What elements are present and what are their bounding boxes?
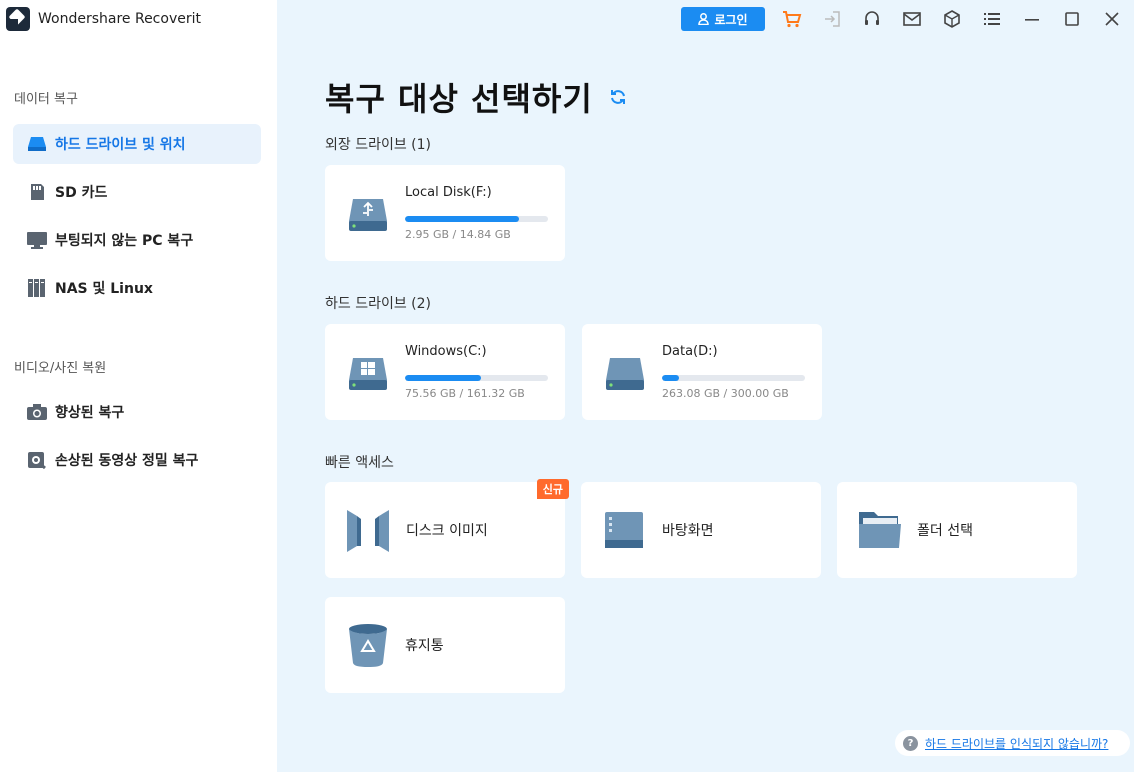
sidebar-item-label: NAS 및 Linux	[55, 281, 153, 297]
sidebar-item-nas-linux[interactable]: NAS 및 Linux	[13, 268, 261, 308]
sidebar-item-label: 향상된 복구	[55, 405, 125, 421]
refresh-icon[interactable]	[609, 88, 627, 106]
sd-card-icon	[31, 184, 44, 200]
help-link-text: 하드 드라이브를 인식되지 않습니까?	[925, 736, 1109, 751]
quick-item-label: 폴더 선택	[917, 523, 973, 539]
windows-drive-icon	[349, 358, 387, 390]
sidebar-item-label: 하드 드라이브 및 위치	[55, 137, 186, 153]
drive-card-f[interactable]: Local Disk(F:) 2.95 GB / 14.84 GB	[325, 165, 565, 261]
drive-name: Local Disk(F:)	[405, 185, 492, 200]
recoverit-logo-icon	[6, 7, 30, 31]
folder-icon	[859, 512, 901, 548]
video-repair-icon	[28, 452, 46, 469]
drive-card-c[interactable]: Windows(C:) 75.56 GB / 161.32 GB	[325, 324, 565, 420]
sidebar-item-hard-drive[interactable]: 하드 드라이브 및 위치	[13, 124, 261, 164]
drive-usage-fill	[405, 375, 481, 381]
quick-item-label: 휴지통	[405, 638, 444, 654]
sidebar-item-sd-card[interactable]: SD 카드	[13, 172, 261, 212]
sidebar-item-label: 부팅되지 않는 PC 복구	[55, 233, 194, 249]
sign-in-icon[interactable]	[822, 9, 842, 29]
quick-desktop[interactable]: 바탕화면	[581, 482, 821, 578]
hard-drives-label: 하드 드라이브 (2)	[325, 296, 432, 312]
monitor-icon	[27, 232, 47, 249]
new-badge: 신규	[536, 479, 569, 499]
disk-image-icon	[347, 510, 389, 552]
menu-icon[interactable]	[982, 9, 1002, 29]
drive-size: 2.95 GB / 14.84 GB	[405, 228, 511, 241]
drive-name: Windows(C:)	[405, 344, 487, 359]
media-section-label: 비디오/사진 복원	[14, 361, 107, 376]
camera-icon	[27, 404, 47, 420]
sidebar-item-video-repair[interactable]: 손상된 동영상 정밀 복구	[13, 440, 261, 480]
quick-disk-image[interactable]: 디스크 이미지 신규	[325, 479, 569, 578]
data-recovery-section-label: 데이터 복구	[14, 92, 78, 107]
recycle-bin-icon	[349, 624, 387, 667]
drive-usage-bar	[662, 375, 805, 381]
cube-icon[interactable]	[942, 9, 962, 29]
minimize-icon[interactable]	[1022, 9, 1042, 29]
sidebar-item-unbootable-pc[interactable]: 부팅되지 않는 PC 복구	[13, 220, 261, 260]
sidebar-item-label: 손상된 동영상 정밀 복구	[55, 453, 199, 469]
login-label: 로그인	[714, 12, 748, 27]
mail-icon[interactable]	[902, 9, 922, 29]
cart-icon[interactable]	[782, 9, 802, 29]
sidebar: Wondershare Recoverit 데이터 복구 하드 드라이브 및 위…	[0, 0, 277, 772]
sidebar-item-enhanced-recovery[interactable]: 향상된 복구	[13, 392, 261, 432]
drive-usage-bar	[405, 216, 548, 222]
desktop-icon	[605, 512, 643, 548]
sidebar-item-label: SD 카드	[55, 185, 108, 201]
drive-name: Data(D:)	[662, 344, 718, 359]
drive-size: 263.08 GB / 300.00 GB	[662, 387, 789, 400]
page-title: 복구 대상 선택하기	[325, 80, 593, 118]
login-button[interactable]: 로그인	[681, 7, 765, 31]
top-bar: 로그인	[681, 7, 765, 31]
drive-usage-fill	[662, 375, 680, 381]
drive-not-recognized-link[interactable]: ? 하드 드라이브를 인식되지 않습니까?	[895, 730, 1130, 756]
quick-recycle-bin[interactable]: 휴지통	[325, 597, 565, 693]
question-icon: ?	[903, 735, 918, 751]
nas-icon	[28, 279, 45, 297]
drive-usage-fill	[405, 216, 520, 222]
external-drives-label: 외장 드라이브 (1)	[325, 137, 432, 153]
quick-select-folder[interactable]: 폴더 선택	[837, 482, 1077, 578]
maximize-icon[interactable]	[1062, 9, 1082, 29]
drive-usage-bar	[405, 375, 548, 381]
drive-card-d[interactable]: Data(D:) 263.08 GB / 300.00 GB	[582, 324, 822, 420]
drive-size: 75.56 GB / 161.32 GB	[405, 387, 525, 400]
app-title: Wondershare Recoverit	[6, 7, 201, 31]
user-icon	[698, 13, 710, 25]
quick-access-label: 빠른 액세스	[325, 455, 394, 471]
usb-drive-icon	[349, 199, 387, 231]
hard-drive-icon	[606, 358, 644, 390]
close-icon[interactable]	[1102, 9, 1122, 29]
hard-drive-icon	[28, 137, 46, 151]
quick-item-label: 디스크 이미지	[406, 523, 488, 539]
app-name: Wondershare Recoverit	[38, 11, 201, 27]
headset-icon[interactable]	[862, 9, 882, 29]
quick-item-label: 바탕화면	[662, 523, 714, 539]
